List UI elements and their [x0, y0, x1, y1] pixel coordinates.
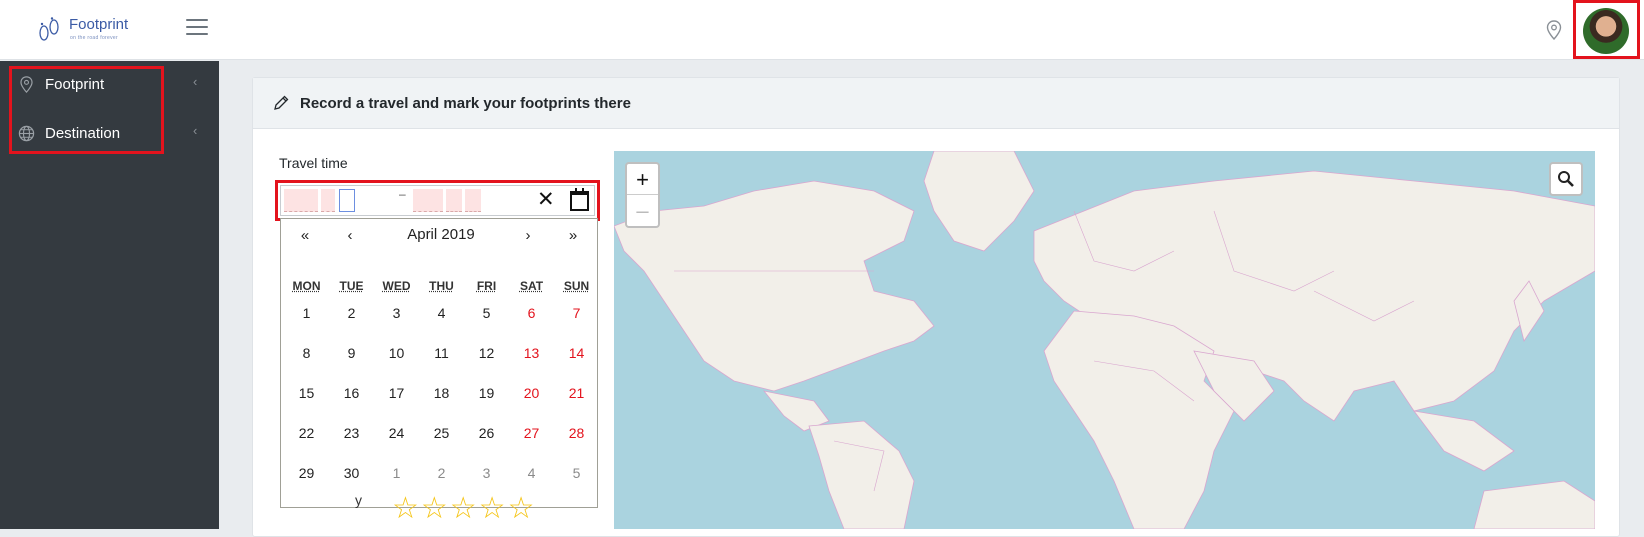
start-year-field[interactable] [284, 189, 318, 212]
globe-icon [18, 125, 35, 142]
calendar-popup: « ‹ April 2019 › » MON TUE WED THU FRI SAT SUN… [280, 218, 598, 508]
calendar-day[interactable]: 3 [464, 454, 509, 492]
end-year-field[interactable] [413, 189, 443, 212]
sidebar-item-footprint[interactable]: Footprint ‹ [0, 63, 219, 109]
calendar-day[interactable]: 1 [284, 294, 329, 332]
brand-logo[interactable]: Footprint on the road forever [36, 14, 146, 46]
calendar-day[interactable]: 2 [419, 454, 464, 492]
weekday-label: WED [382, 279, 411, 293]
user-avatar-highlight[interactable] [1573, 0, 1640, 59]
calendar-day[interactable]: 4 [419, 294, 464, 332]
pencil-icon [274, 95, 289, 110]
calendar-day[interactable]: 30 [329, 454, 374, 492]
search-icon [1558, 171, 1574, 187]
sidebar-item-label: Destination [45, 125, 121, 142]
prev-year-button[interactable]: « [295, 227, 315, 244]
calendar-day[interactable]: 6 [509, 294, 554, 332]
calendar-month-label[interactable]: April 2019 [381, 226, 501, 243]
card-title: Record a travel and mark your footprints… [300, 95, 631, 112]
calendar-day[interactable]: 25 [419, 414, 464, 452]
calendar-day[interactable]: 8 [284, 334, 329, 372]
sidebar-item-label: Footprint [45, 76, 105, 93]
brand-name: Footprint [69, 16, 129, 33]
map-land [614, 151, 1595, 529]
menu-toggle-icon[interactable] [186, 19, 208, 37]
chevron-left-icon: ‹ [193, 74, 198, 89]
calendar-day[interactable]: 2 [329, 294, 374, 332]
chevron-left-icon: ‹ [193, 123, 198, 138]
calendar-day[interactable]: 23 [329, 414, 374, 452]
calendar-day[interactable]: 7 [554, 294, 599, 332]
next-year-button[interactable]: » [563, 227, 583, 244]
location-pin-icon [20, 76, 33, 93]
calendar-day[interactable]: 4 [509, 454, 554, 492]
calendar-day[interactable]: 12 [464, 334, 509, 372]
calendar-day[interactable]: 22 [284, 414, 329, 452]
calendar-day[interactable]: 14 [554, 334, 599, 372]
calendar-day[interactable]: 21 [554, 374, 599, 412]
calendar-day[interactable]: 1 [374, 454, 419, 492]
sidebar-item-destination[interactable]: Destination ‹ [0, 112, 219, 158]
calendar-day[interactable]: 5 [554, 454, 599, 492]
weekday-label: MON [292, 279, 321, 293]
card-header: Record a travel and mark your footprints… [253, 78, 1619, 129]
calendar-day[interactable]: 9 [329, 334, 374, 372]
calendar-day[interactable]: 13 [509, 334, 554, 372]
calendar-day[interactable]: 18 [419, 374, 464, 412]
calendar-day[interactable]: 29 [284, 454, 329, 492]
location-pin-icon[interactable] [1546, 20, 1562, 40]
calendar-day[interactable]: 24 [374, 414, 419, 452]
calendar-day[interactable]: 26 [464, 414, 509, 452]
calendar-day[interactable]: 28 [554, 414, 599, 452]
calendar-day[interactable]: 19 [464, 374, 509, 412]
sidebar: Footprint ‹ Destination ‹ [0, 61, 219, 529]
footprint-logo-icon [39, 17, 59, 41]
calendar-day[interactable]: 11 [419, 334, 464, 372]
avatar[interactable] [1583, 8, 1629, 54]
next-month-button[interactable]: › [518, 227, 538, 244]
calendar-day[interactable]: 10 [374, 334, 419, 372]
map-zoom-control: + – [625, 162, 660, 228]
calendar-day[interactable]: 15 [284, 374, 329, 412]
end-day-field[interactable] [465, 189, 481, 212]
calendar-day[interactable]: 17 [374, 374, 419, 412]
date-range-picker[interactable]: – ✕ [280, 185, 595, 216]
rating-label: y [355, 492, 362, 508]
map-search-button[interactable] [1549, 162, 1583, 196]
start-day-field[interactable] [339, 189, 355, 212]
weekday-label: SAT [519, 279, 544, 293]
start-month-field[interactable] [321, 189, 335, 212]
calendar-day[interactable]: 20 [509, 374, 554, 412]
date-range-separator: – [399, 187, 406, 201]
calendar-day[interactable]: 16 [329, 374, 374, 412]
calendar-day[interactable]: 5 [464, 294, 509, 332]
weekday-label: SUN [563, 279, 590, 293]
zoom-out-button[interactable]: – [627, 195, 658, 226]
weekday-label: THU [429, 279, 454, 293]
zoom-in-button[interactable]: + [627, 164, 658, 195]
prev-month-button[interactable]: ‹ [340, 227, 360, 244]
star-rating[interactable]: ☆☆☆☆☆ [392, 494, 536, 524]
brand-tagline: on the road forever [70, 35, 118, 41]
travel-time-label: Travel time [279, 155, 348, 171]
top-navbar: Footprint on the road forever [0, 0, 1644, 60]
calendar-day[interactable]: 27 [509, 414, 554, 452]
end-month-field[interactable] [446, 189, 462, 212]
world-map[interactable]: + – [614, 151, 1595, 529]
calendar-day[interactable]: 3 [374, 294, 419, 332]
calendar-icon[interactable] [570, 188, 589, 211]
weekday-label: FRI [476, 279, 497, 293]
weekday-label: TUE [339, 279, 364, 293]
clear-icon[interactable]: ✕ [537, 187, 555, 212]
